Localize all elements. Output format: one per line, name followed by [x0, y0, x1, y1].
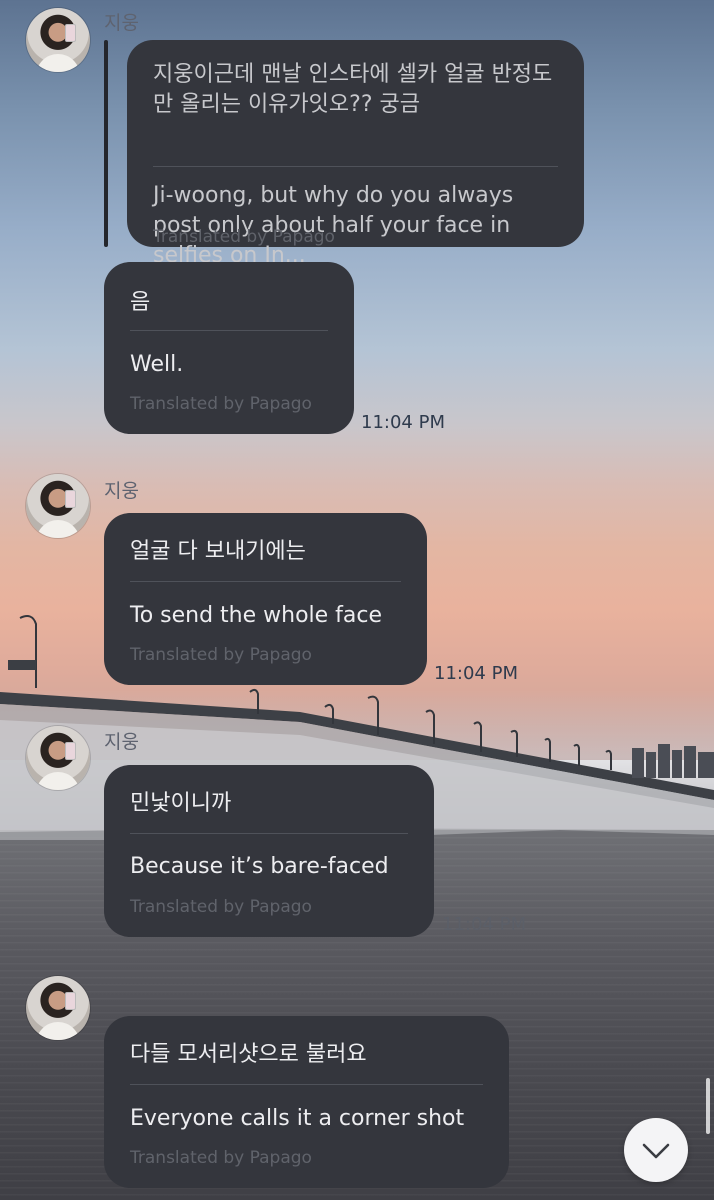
- timestamp: 11:04 PM: [434, 663, 518, 684]
- message-bubble[interactable]: 다들 모서리샷으로 불러요 Everyone calls it a corner…: [104, 1016, 509, 1188]
- avatar[interactable]: [26, 726, 90, 790]
- translated-text: Because it’s bare-faced: [130, 854, 389, 879]
- avatar[interactable]: [26, 8, 90, 72]
- message-bubble[interactable]: 민낯이니까 Because it’s bare-faced Translated…: [104, 765, 434, 937]
- original-text: 음: [130, 290, 151, 315]
- message-bubble[interactable]: 얼굴 다 보내기에는 To send the whole face Transl…: [104, 513, 427, 685]
- quoted-message-bubble[interactable]: 지웅이근데 맨날 인스타에 셀카 얼굴 반정도만 올리는 이유가잇오?? 궁금 …: [127, 40, 584, 268]
- translation-source: Translated by Papago: [130, 394, 312, 414]
- translated-text: To send the whole face: [130, 603, 383, 628]
- divider: [130, 833, 408, 834]
- sender-name: 지웅: [104, 480, 139, 502]
- translation-source: Translated by Papago: [130, 645, 312, 665]
- divider: [153, 166, 558, 167]
- original-text: 얼굴 다 보내기에는: [130, 539, 306, 564]
- original-text: 지웅이근데 맨날 인스타에 셀카 얼굴 반정도만 올리는 이유가잇오?? 궁금: [153, 62, 553, 117]
- translated-text: Ji-woong, but why do you always post onl…: [153, 183, 514, 268]
- reply-quote-bar: [104, 40, 108, 247]
- sender-name: 지웅: [104, 12, 139, 34]
- avatar[interactable]: [26, 474, 90, 538]
- divider: [130, 330, 328, 331]
- translation-source: Translated by Papago: [130, 1148, 312, 1168]
- scrollbar[interactable]: [706, 1078, 710, 1134]
- timestamp: 11:04 PM: [361, 412, 445, 433]
- divider: [130, 581, 401, 582]
- translated-text: Well.: [130, 352, 184, 377]
- translation-source: Translated by Papago: [130, 897, 312, 917]
- avatar[interactable]: [26, 976, 90, 1040]
- chevron-down-icon: [642, 1143, 670, 1159]
- message-bubble[interactable]: 음 Well. Translated by Papago: [104, 262, 354, 434]
- divider: [130, 1084, 483, 1085]
- original-text: 다들 모서리샷으로 불러요: [130, 1042, 367, 1067]
- original-text: 민낯이니까: [130, 791, 232, 816]
- scroll-to-bottom-button[interactable]: [624, 1118, 688, 1182]
- timestamp: 11:04 PM: [442, 914, 526, 935]
- translation-source: Translated by Papago: [153, 227, 335, 247]
- sender-name: 지웅: [104, 731, 139, 753]
- translated-text: Everyone calls it a corner shot: [130, 1106, 465, 1131]
